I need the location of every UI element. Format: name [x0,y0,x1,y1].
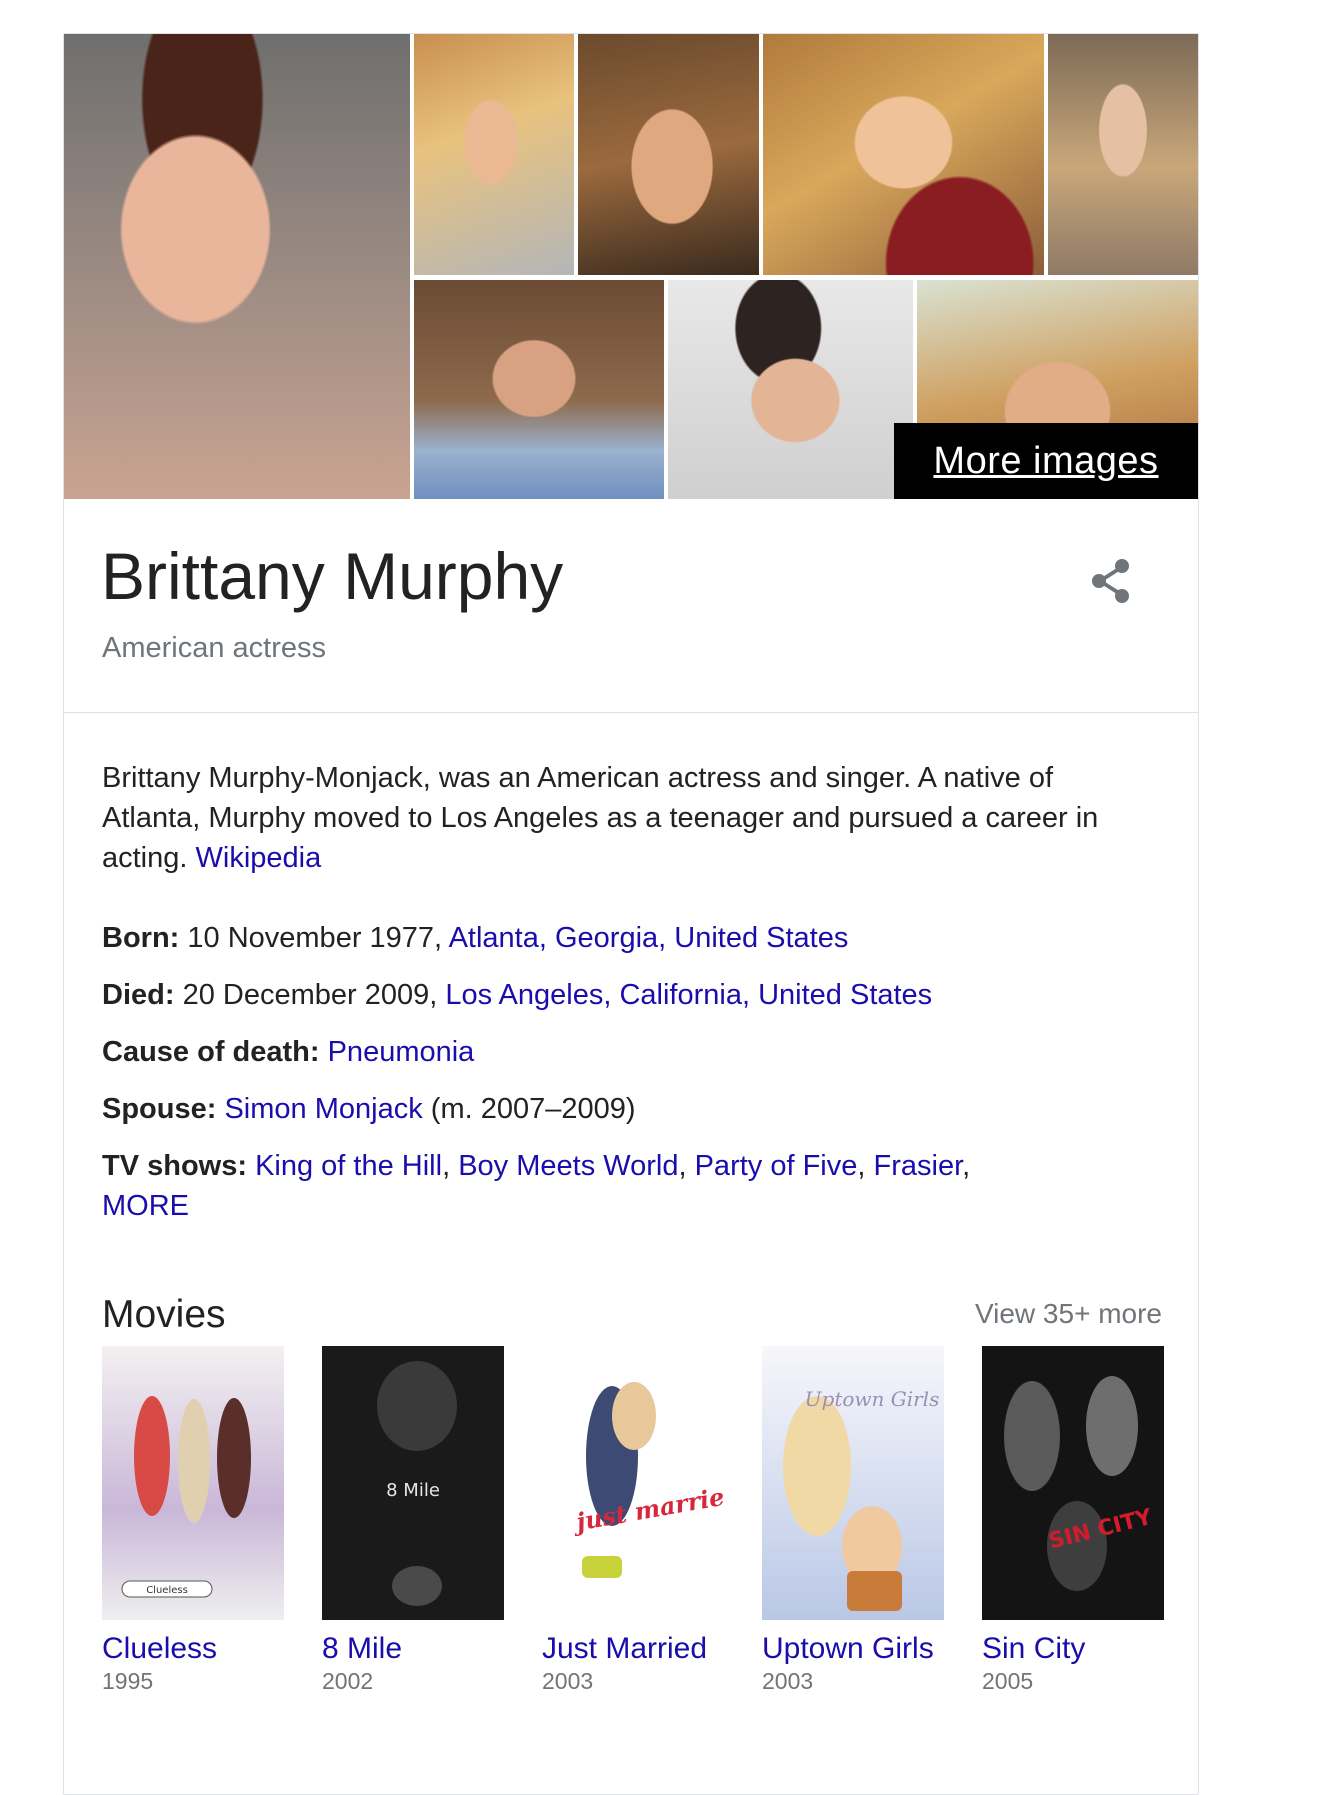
movie-card[interactable]: Clueless Clueless 1995 [102,1346,287,1696]
share-icon[interactable] [1084,553,1140,609]
tv-show-link[interactable]: King of the Hill [255,1150,442,1182]
portrait-image-7[interactable] [668,280,913,499]
movie-card[interactable]: Uptown Girls Uptown Girls 2003 [762,1346,947,1696]
movie-poster[interactable]: SIN CITY [982,1346,1164,1620]
description: Brittany Murphy-Monjack, was an American… [102,758,1152,878]
died-place-link[interactable]: Los Angeles, California, United States [445,979,932,1011]
fact-tv-shows: TV shows: King of the Hill, Boy Meets Wo… [102,1150,971,1222]
divider [64,712,1198,713]
entity-title: Brittany Murphy [101,539,564,613]
view-more-movies-link[interactable]: View 35+ more [975,1298,1162,1330]
movie-title[interactable]: Clueless [102,1632,287,1666]
movie-title[interactable]: Sin City [982,1632,1167,1666]
tv-show-link[interactable]: Boy Meets World [458,1150,678,1182]
movie-year: 2003 [542,1668,594,1694]
movie-title[interactable]: Uptown Girls [762,1632,947,1666]
fact-label: TV shows: [102,1150,248,1182]
cause-link[interactable]: Pneumonia [328,1036,475,1068]
movies-heading: Movies [102,1293,226,1336]
more-images-button[interactable]: More images [894,423,1198,499]
movie-poster[interactable]: Uptown Girls [762,1346,944,1620]
born-place-link[interactable]: Atlanta, Georgia, United States [449,922,849,954]
movie-year: 2003 [762,1668,814,1694]
poster-title: 8 Mile [386,1480,440,1501]
movie-title[interactable]: 8 Mile [322,1632,507,1666]
tv-show-link[interactable]: Frasier [874,1150,963,1182]
poster-title: Clueless [146,1585,188,1596]
poster-title: Uptown Girls [805,1387,940,1411]
spouse-link[interactable]: Simon Monjack [224,1093,422,1125]
movie-card[interactable]: 8 Mile 8 Mile 2002 [322,1346,507,1696]
tv-shows-more-link[interactable]: MORE [102,1190,189,1222]
fact-spouse: Spouse: Simon Monjack (m. 2007–2009) [102,1089,1162,1129]
spouse-years: (m. 2007–2009) [430,1093,636,1125]
movie-card[interactable]: SIN CITY Sin City 2005 [982,1346,1167,1696]
fact-label: Spouse: [102,1093,217,1125]
movie-card[interactable]: just married Just Married 2003 [542,1346,727,1696]
died-date: 20 December 2009, [182,979,438,1011]
facts-list: Born: 10 November 1977, Atlanta, Georgia… [102,918,1162,1243]
portrait-image-3[interactable] [578,34,759,275]
portrait-image-6[interactable] [414,280,664,499]
movie-poster[interactable]: Clueless [102,1346,284,1620]
image-mosaic: More images [64,34,1198,499]
fact-label: Born: [102,922,180,954]
fact-label: Died: [102,979,175,1011]
fact-born: Born: 10 November 1977, Atlanta, Georgia… [102,918,1162,958]
movie-poster[interactable]: just married [542,1346,724,1620]
entity-subtitle: American actress [102,632,327,664]
portrait-image-4[interactable] [763,34,1044,275]
knowledge-panel: More images Brittany Murphy American act… [63,33,1199,1795]
portrait-image-2[interactable] [414,34,574,275]
tv-show-link[interactable]: Party of Five [695,1150,858,1182]
movie-year: 1995 [102,1668,154,1694]
movie-poster[interactable]: 8 Mile [322,1346,504,1620]
fact-cause-of-death: Cause of death: Pneumonia [102,1032,1162,1072]
fact-died: Died: 20 December 2009, Los Angeles, Cal… [102,975,1162,1015]
wikipedia-link[interactable]: Wikipedia [196,842,322,874]
movie-year: 2002 [322,1668,374,1694]
portrait-image-5[interactable] [1048,34,1198,275]
fact-label: Cause of death: [102,1036,320,1068]
born-date: 10 November 1977, [187,922,443,954]
movie-year: 2005 [982,1668,1034,1694]
portrait-image-main[interactable] [64,34,410,499]
movie-title[interactable]: Just Married [542,1632,727,1666]
